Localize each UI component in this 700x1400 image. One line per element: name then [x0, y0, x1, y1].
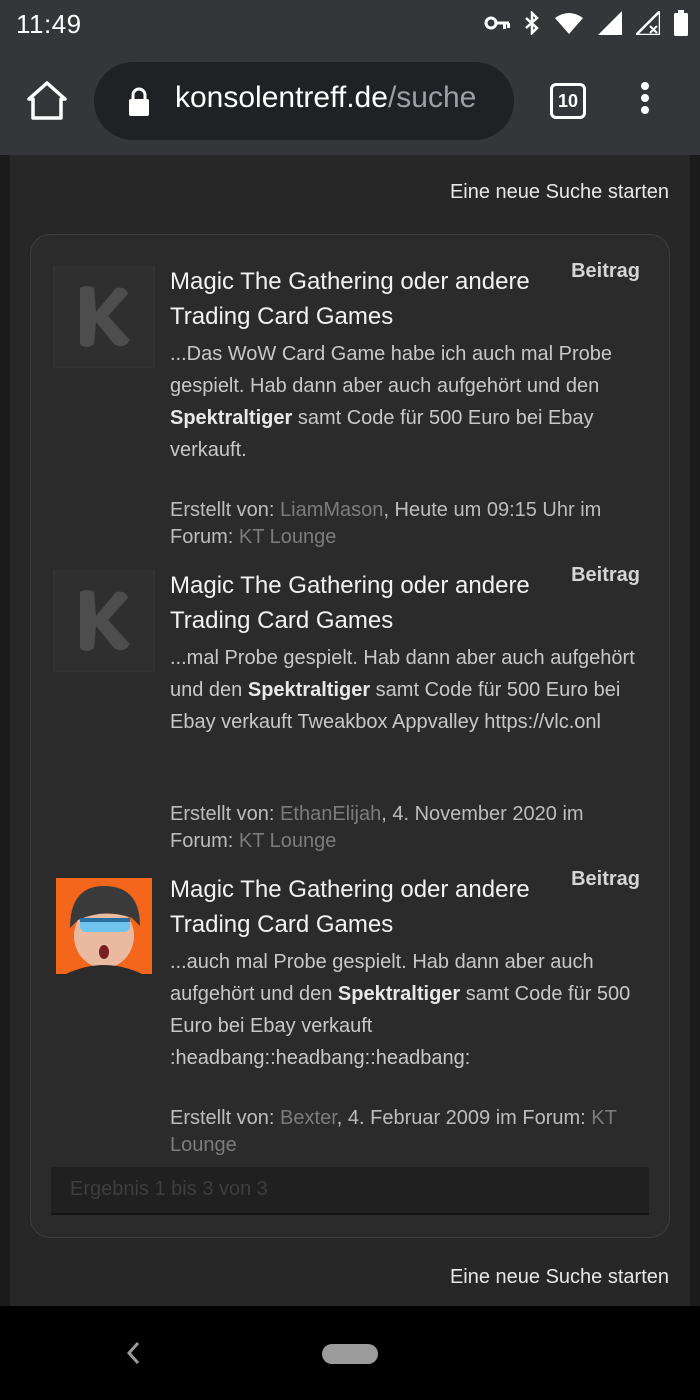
- result-meta: Erstellt von: EthanElijah, 4. November 2…: [170, 803, 584, 852]
- system-navigation-bar: [0, 1306, 700, 1400]
- result-type: Beitrag: [571, 564, 640, 586]
- back-chevron-icon[interactable]: [124, 1340, 144, 1366]
- result-title-link[interactable]: Magic The Gathering oder andere Trading …: [170, 568, 550, 638]
- phone-screen: 11:49 konsolentreff.de/suche 10 Eine neu…: [0, 0, 700, 1400]
- forum-link[interactable]: KT Lounge: [239, 526, 337, 548]
- url-path: /suche: [387, 81, 477, 114]
- avatar-k-logo[interactable]: [53, 266, 155, 368]
- battery-icon: [674, 10, 688, 36]
- result-meta: Erstellt von: LiamMason, Heute um 09:15 …: [170, 499, 602, 548]
- result-snippet: ...auch mal Probe gespielt. Hab dann abe…: [170, 951, 631, 1069]
- result-type: Beitrag: [571, 868, 640, 890]
- wifi-icon: [555, 13, 583, 34]
- author-link[interactable]: EthanElijah: [280, 803, 381, 825]
- result-meta: Erstellt von: Bexter, 4. Februar 2009 im…: [170, 1107, 617, 1156]
- bluetooth-icon: [525, 11, 539, 35]
- user-avatar-photo[interactable]: [56, 878, 152, 974]
- search-results-box: Magic The Gathering oder andere Trading …: [30, 234, 670, 1238]
- new-search-link-bottom[interactable]: Eine neue Suche starten: [450, 1266, 669, 1289]
- page-container: Eine neue Suche starten Magic The Gather…: [10, 155, 690, 1306]
- page-content: Eine neue Suche starten Magic The Gather…: [0, 155, 700, 1306]
- status-icons: [484, 10, 688, 36]
- no-signal-icon: [636, 11, 660, 35]
- search-result: Magic The Gathering oder andere Trading …: [31, 868, 669, 1162]
- status-time: 11:49: [16, 9, 82, 39]
- result-snippet: ...Das WoW Card Game habe ich auch mal P…: [170, 343, 613, 461]
- author-link[interactable]: Bexter: [280, 1107, 337, 1129]
- highlight-term: Spektraltiger: [337, 983, 461, 1005]
- signal-icon: [598, 11, 622, 35]
- new-search-link-top[interactable]: Eine neue Suche starten: [450, 181, 669, 204]
- forum-link[interactable]: KT Lounge: [239, 830, 337, 852]
- author-link[interactable]: LiamMason: [280, 499, 383, 521]
- result-snippet: ...mal Probe gespielt. Hab dann aber auc…: [170, 647, 635, 733]
- vpn-key-icon: [484, 16, 510, 30]
- highlight-term: Spektraltiger: [247, 679, 371, 701]
- avatar-photo-icon: [56, 878, 152, 974]
- search-result: Magic The Gathering oder andere Trading …: [31, 260, 669, 554]
- result-title-link[interactable]: Magic The Gathering oder andere Trading …: [170, 264, 550, 334]
- result-title-link[interactable]: Magic The Gathering oder andere Trading …: [170, 872, 550, 942]
- k-logo-icon: [80, 286, 130, 347]
- home-icon[interactable]: [24, 78, 70, 124]
- browser-toolbar: konsolentreff.de/suche 10: [0, 48, 700, 155]
- home-gesture-pill[interactable]: [322, 1344, 378, 1364]
- pager-text: Ergebnis 1 bis 3 von 3: [70, 1178, 268, 1200]
- result-type: Beitrag: [571, 260, 640, 282]
- lock-icon: [129, 87, 149, 116]
- k-logo-icon: [80, 590, 130, 651]
- status-bar: 11:49: [0, 0, 700, 48]
- url-text[interactable]: konsolentreff.de/suche: [175, 81, 493, 115]
- search-result: Magic The Gathering oder andere Trading …: [31, 564, 669, 858]
- url-domain: konsolentreff.de: [175, 81, 388, 114]
- highlight-term: Spektraltiger: [170, 407, 293, 429]
- more-options-icon[interactable]: [633, 82, 657, 122]
- avatar-k-logo[interactable]: [53, 570, 155, 672]
- result-pager: Ergebnis 1 bis 3 von 3: [51, 1167, 649, 1215]
- address-bar[interactable]: konsolentreff.de/suche: [94, 62, 514, 140]
- tab-switcher-button[interactable]: 10: [550, 83, 586, 119]
